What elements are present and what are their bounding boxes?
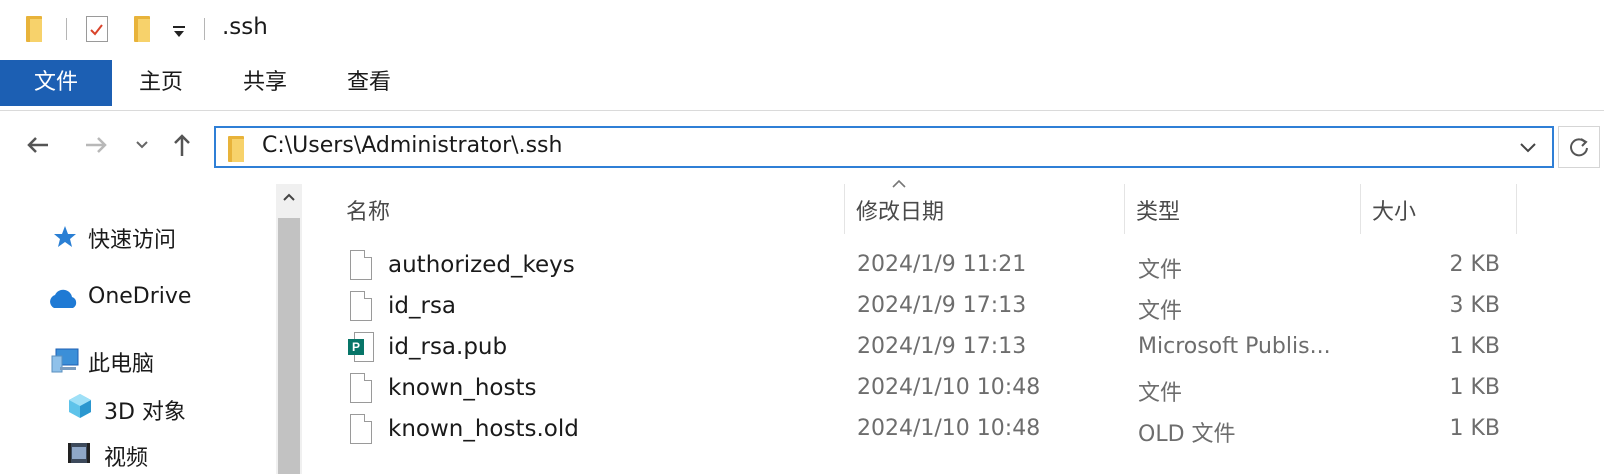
column-header-type[interactable]: 类型 [1136,194,1180,226]
file-size: 1 KB [1449,375,1500,400]
file-row[interactable]: P id_rsa.pub 2024/1/9 17:13 Microsoft Pu… [340,328,1540,368]
ribbon-tabs: 文件 主页 共享 查看 [0,60,1604,111]
properties-icon[interactable] [86,16,108,42]
column-header-size[interactable]: 大小 [1372,194,1416,226]
sort-ascending-icon [890,174,908,195]
cube-icon [66,392,94,424]
column-divider[interactable] [844,184,845,234]
recent-locations-button[interactable] [124,130,160,170]
file-date: 2024/1/9 17:13 [857,293,1027,318]
folder-icon [26,16,42,42]
column-header-date[interactable]: 修改日期 [856,194,944,226]
file-name[interactable]: known_hosts [388,375,537,401]
file-row[interactable]: authorized_keys 2024/1/9 11:21 文件 2 KB [340,246,1540,286]
title-divider [204,18,205,40]
toolbar-divider [66,18,67,40]
scroll-thumb[interactable] [278,218,300,474]
tab-file[interactable]: 文件 [0,60,112,106]
file-type: OLD 文件 [1138,422,1236,447]
file-name[interactable]: id_rsa.pub [388,334,507,360]
file-row[interactable]: known_hosts.old 2024/1/10 10:48 OLD 文件 1… [340,410,1540,450]
column-divider[interactable] [1360,184,1361,234]
column-divider[interactable] [1516,184,1517,234]
nav-item-this-pc[interactable]: 此电脑 [88,346,154,378]
customize-dropdown-icon[interactable] [170,20,188,40]
refresh-button[interactable] [1558,126,1600,168]
back-arrow-icon [27,137,48,153]
up-button[interactable] [162,130,202,170]
file-name[interactable]: id_rsa [388,293,456,319]
nav-item-videos[interactable]: 视频 [104,440,148,472]
column-header-name[interactable]: 名称 [346,194,390,226]
file-row[interactable]: known_hosts 2024/1/10 10:48 文件 1 KB [340,369,1540,409]
new-folder-icon[interactable] [134,16,150,42]
file-icon [350,291,372,321]
nav-scrollbar[interactable] [276,184,302,474]
back-button[interactable] [18,130,58,170]
file-name[interactable]: authorized_keys [388,252,575,278]
column-header-row: 名称 修改日期 类型 大小 [310,179,1604,234]
scroll-up-button[interactable] [276,184,302,214]
file-name[interactable]: known_hosts.old [388,416,579,442]
file-type: Microsoft Publis... [1138,334,1331,359]
tab-view[interactable]: 查看 [332,60,406,106]
star-icon [52,224,78,254]
file-size: 3 KB [1449,293,1500,318]
address-bar[interactable]: C:\Users\Administrator\.ssh [214,126,1554,168]
file-icon [350,414,372,444]
tab-home[interactable]: 主页 [124,60,198,106]
address-dropdown-button[interactable] [1518,132,1538,168]
forward-button[interactable] [76,130,116,170]
column-divider[interactable] [1124,184,1125,234]
window-title: .ssh [222,14,268,40]
tab-share[interactable]: 共享 [228,60,302,106]
computer-icon [50,346,80,378]
file-size: 1 KB [1449,416,1500,441]
address-path[interactable]: C:\Users\Administrator\.ssh [262,133,562,158]
file-date: 2024/1/10 10:48 [857,416,1041,441]
chevron-up-icon [283,193,295,201]
nav-item-onedrive[interactable]: OneDrive [88,284,191,309]
nav-item-quick-access[interactable]: 快速访问 [88,222,176,254]
publisher-icon: P [348,332,374,362]
file-type: 文件 [1138,381,1183,406]
cloud-icon [46,288,80,314]
chevron-down-icon [1520,143,1536,153]
folder-icon [228,136,244,162]
refresh-icon [1570,138,1588,157]
file-icon [350,373,372,403]
navigation-pane: 快速访问 OneDrive 此电脑 3D 对象 视频 [0,184,280,474]
file-size: 2 KB [1449,252,1500,277]
file-size: 1 KB [1449,334,1500,359]
file-date: 2024/1/10 10:48 [857,375,1041,400]
file-type: 文件 [1138,258,1183,283]
file-date: 2024/1/9 17:13 [857,334,1027,359]
nav-item-3d-objects[interactable]: 3D 对象 [104,394,186,426]
file-date: 2024/1/9 11:21 [857,252,1027,277]
title-bar: .ssh [0,0,1604,58]
file-type: 文件 [1138,299,1183,324]
forward-arrow-icon [86,137,107,153]
file-icon [350,250,372,280]
video-icon [66,440,92,470]
file-row[interactable]: id_rsa 2024/1/9 17:13 文件 3 KB [340,287,1540,327]
chevron-down-icon [136,141,148,149]
up-arrow-icon [174,134,190,156]
